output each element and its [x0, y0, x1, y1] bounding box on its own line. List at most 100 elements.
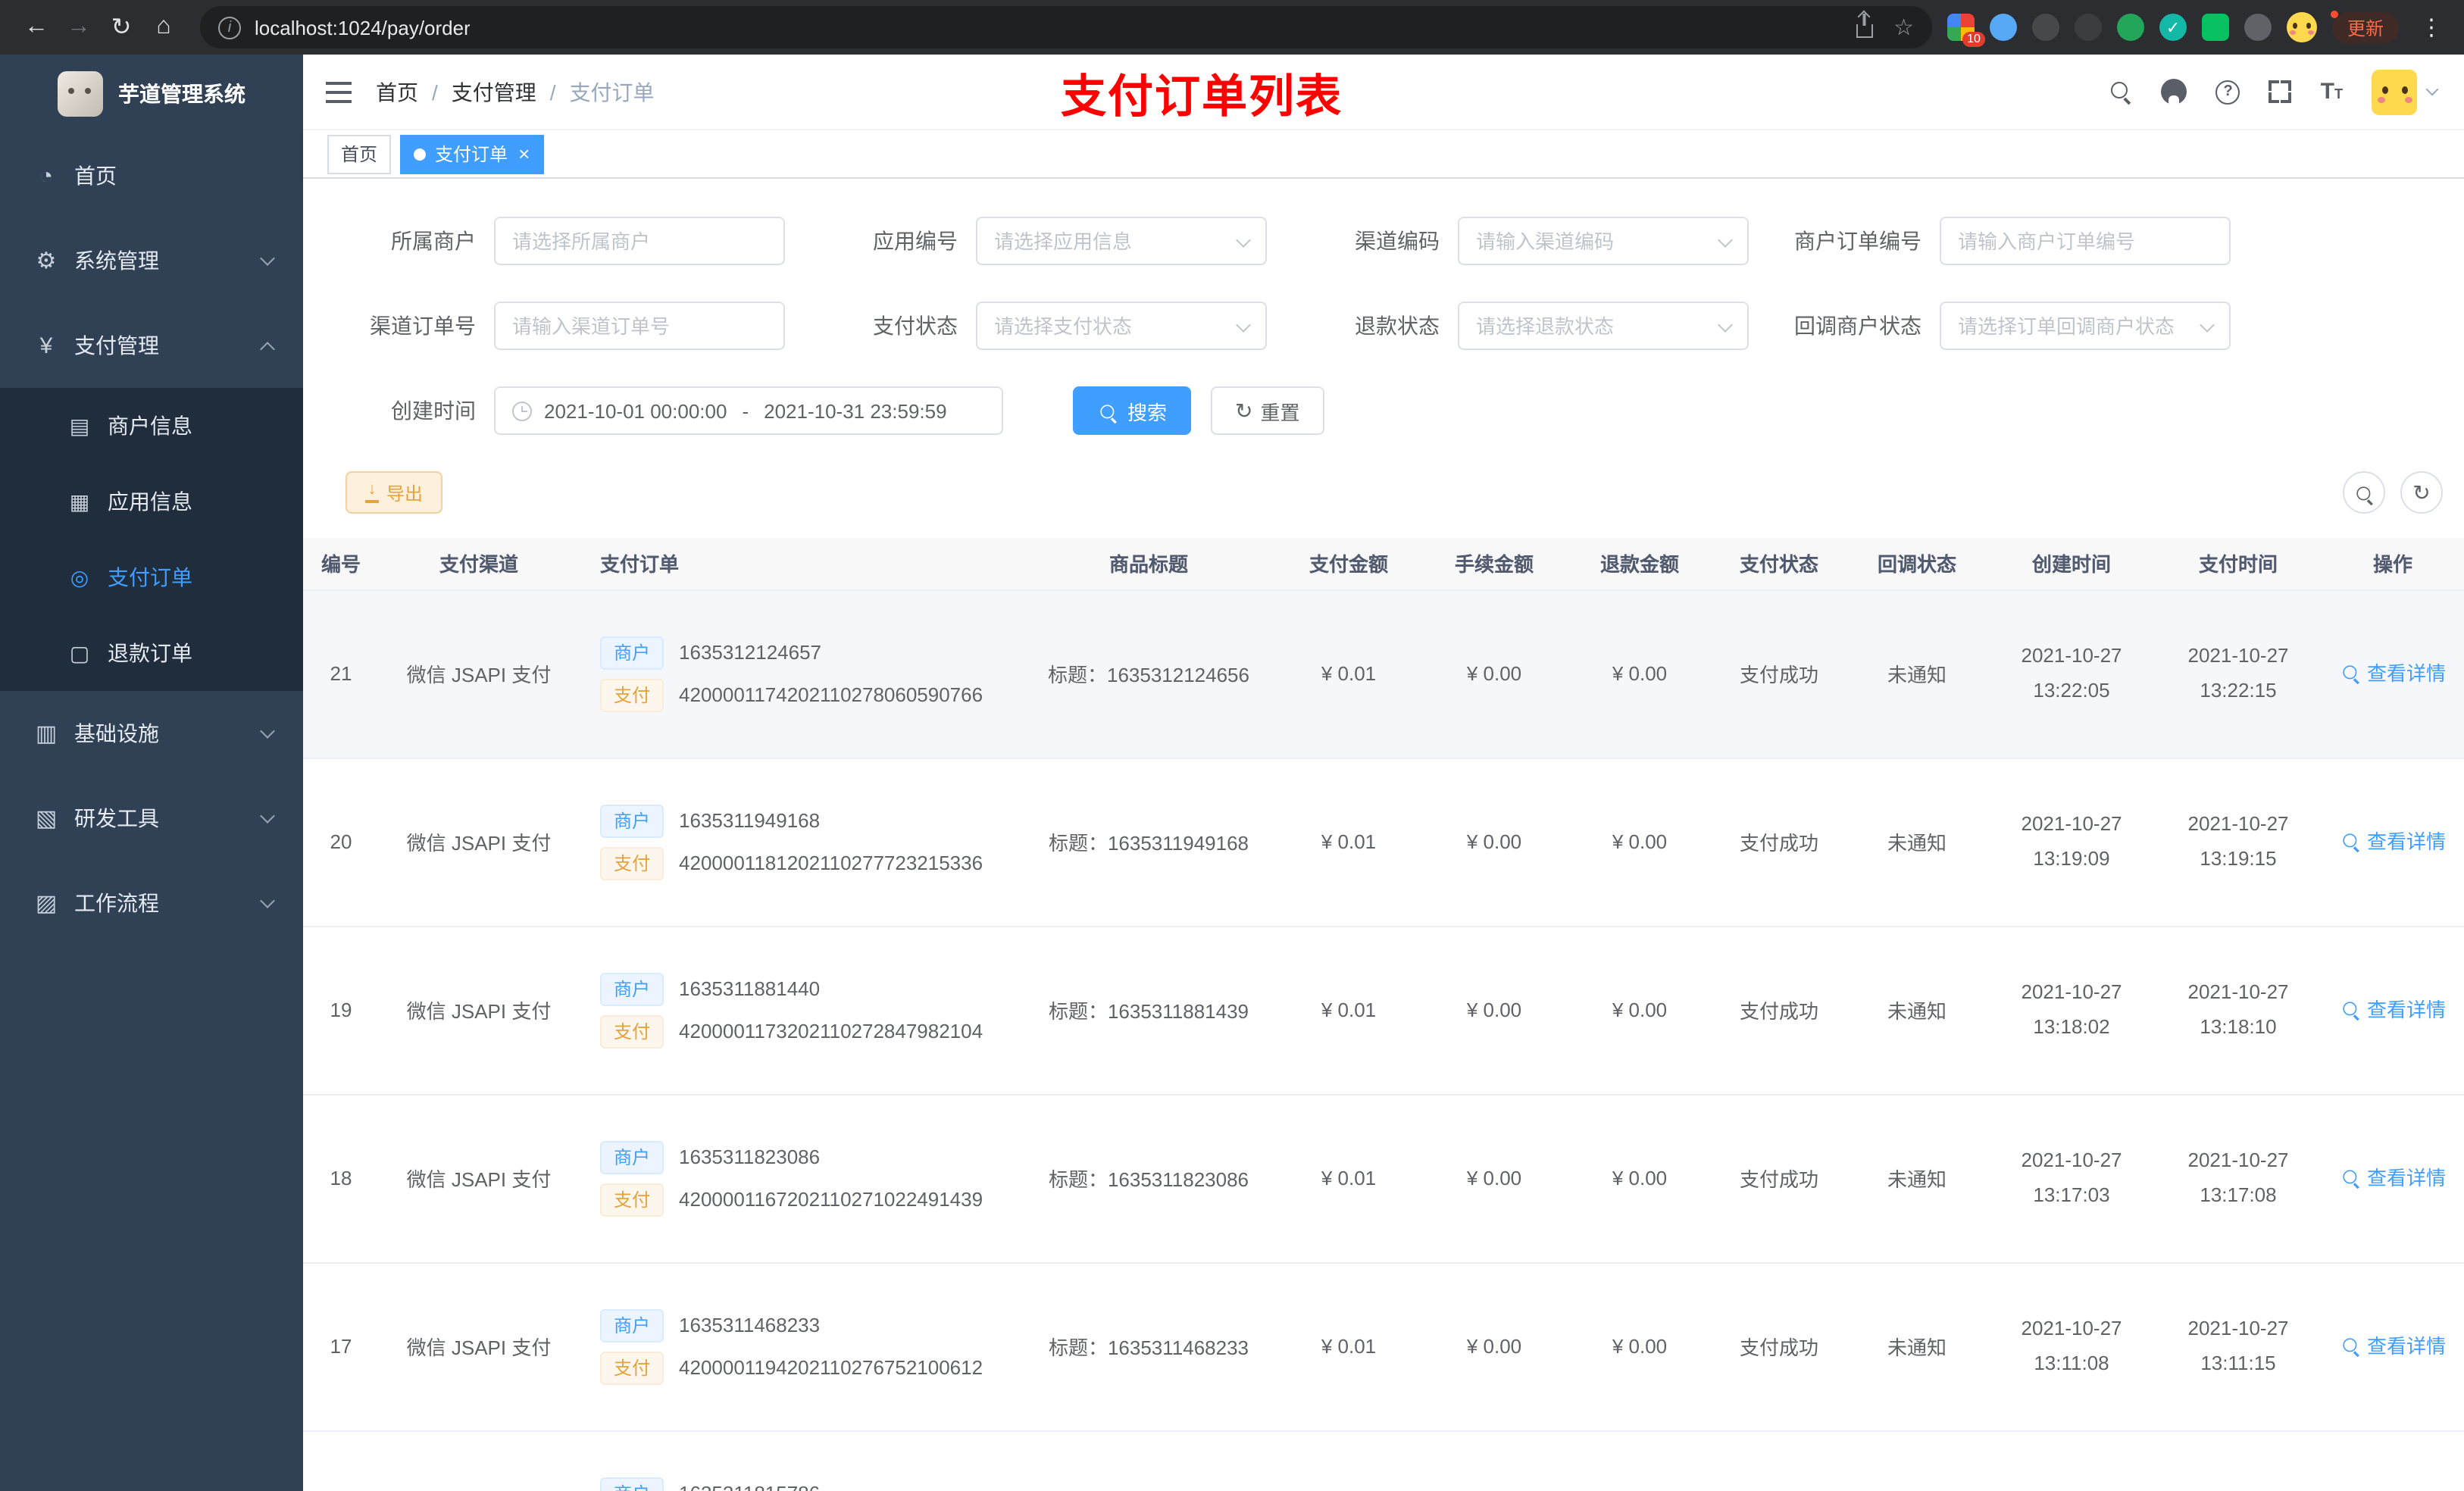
fee-amount-cell: ¥ 0.00	[1421, 1262, 1567, 1431]
chevron-down-icon	[260, 893, 275, 908]
view-detail-link[interactable]: 查看详情	[2340, 658, 2446, 686]
extension-icon[interactable]: ✓	[2159, 14, 2187, 41]
merchant-input[interactable]	[512, 230, 741, 252]
sidebar-item-system[interactable]: ⚙ 系统管理	[0, 218, 303, 303]
app-input[interactable]	[994, 230, 1223, 252]
action-cell: 查看详情	[2322, 589, 2464, 758]
merchant-order-no-input[interactable]	[1958, 230, 2187, 252]
chevron-down-icon	[260, 251, 275, 266]
extension-icon[interactable]	[2244, 14, 2272, 41]
github-icon[interactable]	[2161, 79, 2187, 105]
sidebar-item-devtools[interactable]: ▧ 研发工具	[0, 776, 303, 861]
share-icon[interactable]	[1856, 24, 1873, 38]
close-icon[interactable]: ×	[518, 144, 530, 164]
extension-icon[interactable]	[2201, 14, 2229, 41]
monitor-icon: ▥	[35, 721, 58, 747]
home-button[interactable]: ⌂	[142, 6, 185, 48]
hamburger-button[interactable]	[326, 81, 352, 102]
sidebar-item-app-info[interactable]: ▦ 应用信息	[0, 464, 303, 539]
pay-time-cell: 2021-10-27 13:18:10	[2155, 926, 2322, 1095]
fullscreen-icon[interactable]	[2269, 80, 2292, 103]
reload-button[interactable]: ↻	[100, 6, 142, 48]
sidebar-item-label: 支付订单	[108, 565, 192, 589]
bookmark-star-icon[interactable]: ☆	[1893, 16, 1914, 39]
sidebar-item-refund-order[interactable]: ▢ 退款订单	[0, 615, 303, 691]
action-cell: 查看详情	[2322, 926, 2464, 1095]
navbar-actions: ? TT	[2110, 69, 2439, 114]
channel-order-no-input[interactable]	[512, 314, 741, 337]
help-icon[interactable]: ?	[2215, 80, 2240, 104]
create-time-cell: 2021-10-27 13:17:03	[1988, 1094, 2155, 1263]
extension-icon[interactable]	[2031, 14, 2059, 41]
site-info-icon[interactable]: i	[218, 16, 241, 39]
user-menu[interactable]	[2372, 69, 2439, 114]
filter-notify-status: 回调商户状态	[1782, 302, 2231, 350]
extension-icon[interactable]	[1989, 14, 2017, 41]
update-button[interactable]: 更新	[2330, 10, 2399, 43]
merchant-order-no-input-wrap[interactable]	[1940, 217, 2231, 265]
refresh-table-button[interactable]: ↻	[2400, 471, 2443, 514]
sidebar-item-label: 退款订单	[108, 641, 192, 665]
breadcrumb-payment[interactable]: 支付管理	[452, 77, 536, 107]
merchant-tag: 商户	[600, 972, 664, 1005]
app-select[interactable]	[976, 217, 1267, 265]
view-detail-link[interactable]: 查看详情	[2340, 1162, 2446, 1191]
sidebar-item-pay-order[interactable]: ◎ 支付订单	[0, 539, 303, 615]
pay-amount-cell: ¥ 0.01	[1276, 1262, 1421, 1431]
export-button[interactable]: ↓ 导出	[346, 471, 443, 514]
toggle-search-button[interactable]	[2343, 471, 2385, 514]
notify-status-input[interactable]	[1958, 314, 2187, 337]
address-bar[interactable]: i localhost:1024/pay/order ☆	[200, 6, 1932, 48]
breadcrumb-home[interactable]: 首页	[376, 77, 418, 107]
channel-code-select[interactable]	[1458, 217, 1749, 265]
pay-channel-cell: 微信 JSAPI 支付	[379, 758, 579, 927]
sidebar-item-workflow[interactable]: ▨ 工作流程	[0, 861, 303, 946]
extension-icon[interactable]: 10	[1946, 14, 1985, 47]
notify-status-select[interactable]	[1940, 302, 2231, 350]
pay-order-cell: 商户 1635312124657 支付 42000011742021102780…	[579, 589, 1021, 758]
sidebar-item-infrastructure[interactable]: ▥ 基础设施	[0, 691, 303, 776]
view-detail-link[interactable]: 查看详情	[2340, 1330, 2446, 1359]
extension-icon[interactable]	[2116, 14, 2144, 41]
merchant-select[interactable]	[494, 217, 785, 265]
refund-status-select[interactable]	[1458, 302, 1749, 350]
tab-pay-order[interactable]: 支付订单 ×	[400, 134, 544, 173]
pay-status-input[interactable]	[994, 314, 1223, 337]
column-header: 回调状态	[1846, 538, 1988, 590]
breadcrumb-separator: /	[549, 80, 556, 104]
pay-amount-cell: ¥ 0.01	[1276, 589, 1421, 758]
forward-button[interactable]: →	[58, 6, 100, 48]
refund-status-input[interactable]	[1476, 314, 1705, 337]
font-size-icon[interactable]: TT	[2321, 80, 2343, 103]
view-detail-link[interactable]: 查看详情	[2340, 994, 2446, 1023]
reset-button[interactable]: ↻ 重置	[1211, 386, 1324, 435]
table-body: 21 微信 JSAPI 支付 商户 1635312124657 支付 42000…	[303, 589, 2464, 1491]
filter-label: 渠道订单号	[370, 314, 476, 338]
app-logo[interactable]: 芋道管理系统	[0, 55, 303, 133]
search-button[interactable]: 搜索	[1073, 386, 1192, 435]
browser-menu-button[interactable]: ⋮	[2414, 14, 2449, 41]
back-button[interactable]: ←	[15, 6, 58, 48]
column-header: 支付状态	[1712, 538, 1846, 590]
pay-status-select[interactable]	[976, 302, 1267, 350]
tab-home[interactable]: 首页	[327, 134, 392, 173]
sidebar-item-merchant-info[interactable]: ▤ 商户信息	[0, 388, 303, 464]
product-title-cell: 标题：1635311468233	[1021, 1262, 1276, 1431]
merchant-tag: 商户	[600, 1477, 664, 1491]
channel-code-input[interactable]	[1476, 230, 1705, 252]
pay-amount-cell: ¥ 0.01	[1276, 1094, 1421, 1263]
sidebar-item-label: 首页	[74, 164, 117, 188]
search-icon[interactable]	[2110, 80, 2133, 103]
column-header: 支付订单	[579, 538, 1021, 590]
date-range-picker[interactable]: 2021-10-01 00:00:00 - 2021-10-31 23:59:5…	[494, 386, 1003, 435]
column-header: 商品标题	[1021, 538, 1276, 590]
avatar	[2372, 69, 2417, 114]
channel-order-no-input-wrap[interactable]	[494, 302, 785, 350]
profile-avatar[interactable]	[2286, 12, 2317, 42]
view-detail-link[interactable]: 查看详情	[2340, 826, 2446, 855]
sidebar-item-home[interactable]: ◔ 首页	[0, 133, 303, 218]
toolbox-icon: ▧	[35, 806, 58, 832]
extension-icon[interactable]	[2074, 14, 2102, 41]
url-text: localhost:1024/pay/order	[255, 16, 471, 39]
sidebar-item-payment[interactable]: ¥ 支付管理	[0, 303, 303, 388]
